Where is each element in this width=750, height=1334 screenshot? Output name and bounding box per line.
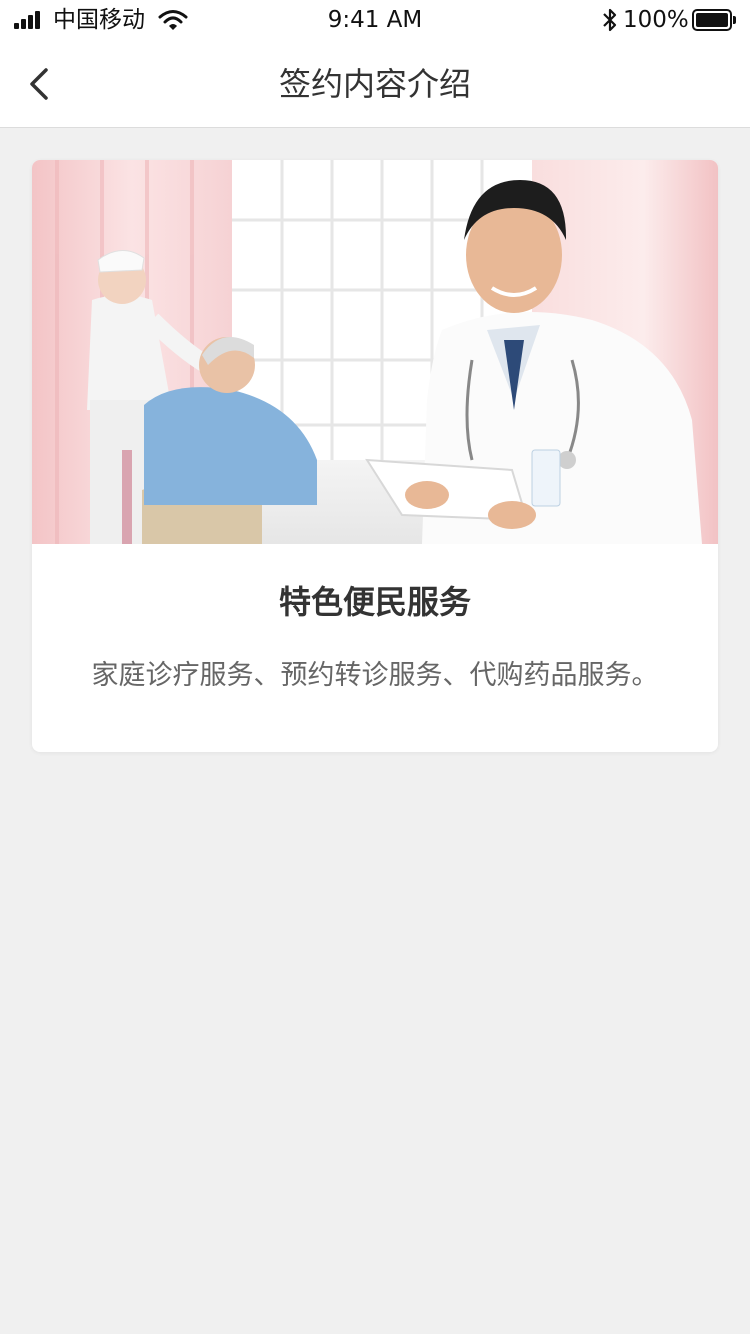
navigation-bar: 签约内容介绍 [0, 40, 750, 128]
service-card[interactable]: 特色便民服务 家庭诊疗服务、预约转诊服务、代购药品服务。 [32, 160, 718, 752]
card-title: 特色便民服务 [278, 583, 471, 621]
card-description: 家庭诊疗服务、预约转诊服务、代购药品服务。 [91, 660, 659, 691]
battery-percentage: 100% [623, 7, 689, 33]
page-title: 签约内容介绍 [278, 65, 471, 103]
bluetooth-icon [603, 8, 617, 32]
status-bar: 中国移动 9:41 AM 100% [0, 0, 750, 40]
doctor-nurse-patient-photo [32, 160, 718, 544]
chevron-left-icon [30, 68, 48, 100]
back-button[interactable] [18, 62, 62, 106]
battery-icon [692, 9, 736, 31]
